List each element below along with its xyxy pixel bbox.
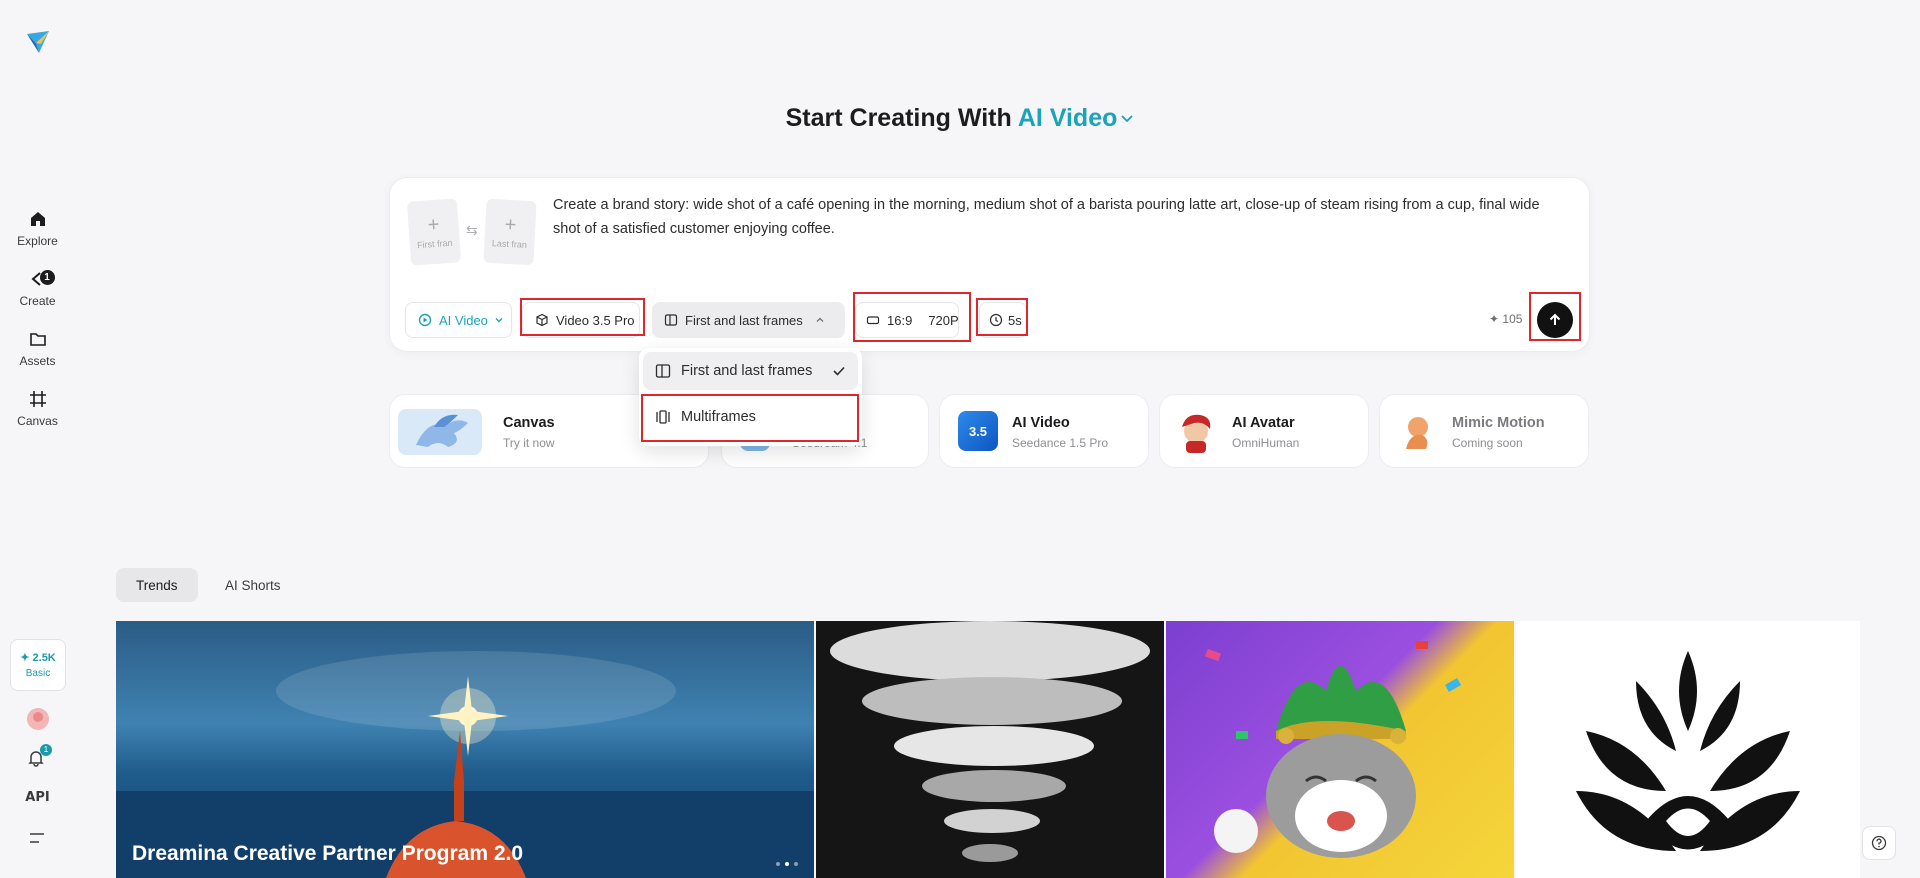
first-frame-upload[interactable]: + First fran — [406, 198, 462, 266]
aspect-resolution-selector[interactable]: 16:9 720P — [855, 302, 959, 338]
sidebar-item-assets[interactable]: Assets — [0, 328, 75, 368]
card-subtitle: OmniHuman — [1232, 436, 1300, 450]
card-title: Canvas — [503, 415, 555, 431]
frames-mode-label: First and last frames — [685, 312, 803, 328]
plus-icon: + — [426, 213, 441, 237]
logo[interactable] — [24, 28, 52, 56]
newspaper-tornado-image — [830, 621, 1150, 862]
sidebar-item-create[interactable]: 1 Create — [0, 268, 75, 308]
model-label: Video 3.5 Pro — [556, 312, 635, 328]
canvas-icon — [27, 388, 49, 410]
check-icon — [833, 366, 845, 376]
help-icon — [1871, 835, 1887, 851]
sidebar-item-label: Canvas — [17, 414, 58, 428]
sidebar-item-label: Create — [19, 294, 56, 308]
folder-icon — [27, 328, 49, 350]
gallery-item-artichoke[interactable] — [1516, 621, 1860, 878]
multiframes-icon — [655, 409, 671, 425]
promo-title: Dreamina Creative Partner Program 2.0 — [132, 842, 524, 865]
aspect-ratio-label: 16:9 — [887, 312, 913, 328]
menu-item-label: Multiframes — [681, 409, 756, 425]
card-subtitle: Try it now — [503, 436, 555, 450]
video-mode-icon — [418, 313, 432, 327]
card-subtitle: Coming soon — [1452, 436, 1523, 450]
chevron-down-icon — [495, 318, 503, 323]
notification-badge: 1 — [40, 744, 52, 756]
feature-card-ai-avatar[interactable]: AI Avatar OmniHuman — [1159, 394, 1369, 468]
feature-card-mimic-motion[interactable]: Mimic Motion Coming soon — [1379, 394, 1589, 468]
frames-mode-menu: First and last frames Multiframes — [639, 348, 862, 446]
card-subtitle: Seedance 1.5 Pro — [1012, 436, 1109, 450]
tab-ai-shorts[interactable]: AI Shorts — [205, 568, 301, 602]
model-selector[interactable]: Video 3.5 Pro — [522, 302, 640, 338]
promo-banner[interactable]: Dreamina Creative Partner Program 2.0 — [116, 621, 814, 878]
create-icon: 1 — [27, 268, 55, 290]
page-title: Start Creating With AI Video — [0, 104, 1920, 133]
swap-icon[interactable]: ⇆ — [466, 222, 478, 239]
plus-icon: + — [503, 213, 517, 237]
duration-selector[interactable]: 5s — [979, 302, 1027, 338]
api-link[interactable]: API — [0, 790, 75, 805]
clock-icon — [989, 313, 1003, 327]
avatar[interactable] — [27, 708, 49, 730]
gallery-item-newspaper-tornado[interactable] — [816, 621, 1164, 878]
tab-trends[interactable]: Trends — [116, 568, 198, 602]
plan-label: Basic — [25, 668, 51, 679]
prompt-input[interactable]: Create a brand story: wide shot of a caf… — [553, 193, 1563, 241]
canvas-thumbnail — [398, 409, 482, 455]
mode-selector[interactable]: AI Video — [1018, 104, 1135, 132]
title-prefix: Start Creating With — [785, 104, 1012, 132]
avatar-thumbnail — [1182, 414, 1211, 453]
sidebar-item-label: Assets — [19, 354, 56, 368]
first-frame-label: First fran — [416, 237, 453, 251]
resolution-label: 720P — [928, 312, 959, 328]
generate-button[interactable] — [1537, 302, 1573, 338]
jester-cat-image — [1205, 641, 1462, 858]
credits-badge[interactable]: ✦ 2.5K Basic — [10, 639, 66, 691]
arrow-up-icon — [1549, 313, 1561, 325]
gallery-item-jester-cat[interactable] — [1166, 621, 1514, 878]
sidebar-item-explore[interactable]: Explore — [0, 208, 75, 248]
menu-icon[interactable] — [29, 832, 45, 844]
sidebar-item-canvas[interactable]: Canvas — [0, 388, 75, 428]
mimic-thumbnail — [1406, 417, 1428, 449]
menu-item-first-last-frames[interactable]: First and last frames — [643, 352, 858, 390]
cube-icon — [535, 313, 549, 327]
sidebar-item-label: Explore — [17, 234, 58, 248]
credit-cost-value: 105 — [1502, 312, 1523, 326]
frames-icon — [664, 313, 678, 327]
prompt-panel: + First fran ⇆ + Last fran Create a bran… — [389, 177, 1590, 352]
frames-icon — [655, 363, 671, 379]
carousel-dots[interactable] — [776, 862, 798, 866]
notifications-button[interactable]: 1 — [26, 744, 52, 770]
last-frame-label: Last fran — [491, 238, 528, 250]
feature-card-ai-video[interactable]: 3.5 AI Video Seedance 1.5 Pro — [939, 394, 1149, 468]
frames-mode-dropdown[interactable]: First and last frames — [652, 302, 845, 338]
menu-item-label: First and last frames — [681, 363, 813, 379]
seedance-logo: 3.5 — [958, 411, 998, 451]
mode-selector-label: AI Video — [1017, 104, 1118, 132]
artichoke-illustration — [1576, 651, 1800, 851]
create-badge: 1 — [39, 270, 55, 285]
chevron-up-icon — [816, 317, 824, 322]
credit-cost: ✦ 105 — [1489, 312, 1523, 326]
mode-label: AI Video — [439, 312, 488, 328]
card-title: AI Video — [1012, 415, 1070, 431]
help-button[interactable] — [1862, 826, 1896, 860]
card-title: Mimic Motion — [1452, 415, 1545, 431]
chevron-down-icon — [1121, 115, 1134, 123]
menu-item-multiframes[interactable]: Multiframes — [643, 398, 858, 436]
mode-dropdown[interactable]: AI Video — [405, 302, 512, 338]
credits-value: ✦ 2.5K — [20, 652, 56, 664]
home-icon — [27, 208, 49, 230]
card-title: AI Avatar — [1232, 415, 1295, 431]
aspect-ratio-icon — [866, 313, 880, 327]
duration-label: 5s — [1008, 312, 1022, 328]
last-frame-upload[interactable]: + Last fran — [483, 198, 537, 266]
promo-illustration — [116, 651, 814, 878]
